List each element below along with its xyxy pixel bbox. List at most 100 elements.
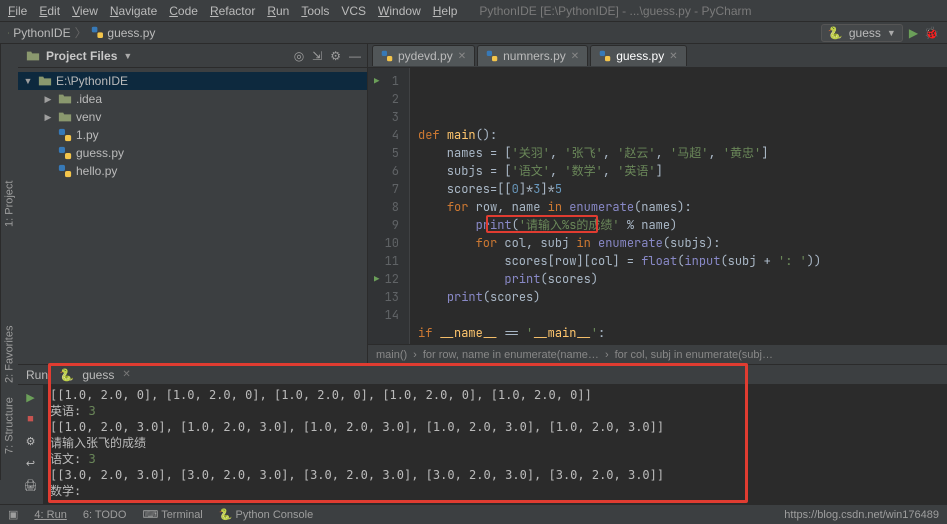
- chevron-down-icon: ▼: [887, 28, 896, 38]
- tree-root[interactable]: ▼ E:\PythonIDE: [18, 72, 367, 90]
- menu-window[interactable]: Window: [378, 4, 421, 18]
- editor-area: pydevd.py ✕ numners.py ✕ guess.py ✕ ▶123…: [368, 44, 947, 364]
- window-title: PythonIDE [E:\PythonIDE] - ...\guess.py …: [479, 4, 751, 18]
- python-file-icon: [486, 50, 498, 62]
- python-file-icon: [91, 26, 104, 39]
- breadcrumb-project[interactable]: PythonIDE: [13, 26, 70, 40]
- run-config-name: guess: [849, 26, 881, 40]
- run-config-icon: 🐍: [59, 368, 74, 382]
- folder-icon: [38, 74, 52, 88]
- menu-bar: File Edit View Navigate Code Refactor Ru…: [0, 0, 947, 22]
- run-button-icon[interactable]: ▶: [909, 26, 918, 40]
- menu-help[interactable]: Help: [433, 4, 458, 18]
- python-icon: 🐍: [219, 509, 233, 521]
- rerun-icon[interactable]: ▶: [23, 389, 39, 405]
- tree-folder[interactable]: ▶ .idea: [18, 90, 367, 108]
- close-icon[interactable]: ✕: [669, 51, 677, 62]
- editor-tab-label: numners.py: [503, 49, 566, 63]
- hide-panel-icon[interactable]: —: [349, 49, 361, 63]
- bottom-tool-strip: ▣ 4: Run 6: TODO ⌨ Terminal 🐍 Python Con…: [0, 504, 947, 524]
- soft-wrap-icon[interactable]: ↩: [23, 455, 39, 471]
- bottom-tab-todo[interactable]: 6: TODO: [83, 509, 127, 521]
- main-area: 1: Project Project Files ▼ ◎ ⇲ ⚙ — ▼ E:\…: [0, 44, 947, 364]
- close-icon[interactable]: ✕: [458, 51, 466, 62]
- menu-file[interactable]: File: [8, 4, 27, 18]
- tree-root-label: E:\PythonIDE: [56, 74, 128, 88]
- print-icon[interactable]: 🖨: [23, 477, 39, 493]
- tree-folder[interactable]: ▶ venv: [18, 108, 367, 126]
- editor-tab-label: pydevd.py: [398, 49, 453, 63]
- menu-edit[interactable]: Edit: [39, 4, 60, 18]
- python-file-icon: [599, 50, 611, 62]
- code-breadcrumb: main()› for row, name in enumerate(name……: [368, 344, 947, 364]
- breadcrumb-sep: 〉: [75, 24, 87, 41]
- chevron-right-icon[interactable]: ▶: [42, 112, 54, 123]
- run-body: ▶ ■ ⚙ ↩ 🖨 [[1.0, 2.0, 0], [1.0, 2.0, 0],…: [18, 385, 947, 504]
- tree-file-label: hello.py: [76, 164, 117, 178]
- run-tab-name[interactable]: guess: [82, 368, 114, 382]
- debug-button-icon[interactable]: 🐞: [924, 26, 939, 40]
- editor-tab[interactable]: pydevd.py ✕: [372, 45, 475, 66]
- code-content[interactable]: def main(): names = ['关羽', '张飞', '赵云', '…: [410, 68, 947, 344]
- folder-icon: [26, 49, 40, 63]
- run-tabbar: Run: 🐍 guess ✕: [18, 365, 947, 385]
- side-label-left-lower[interactable]: 7: Structure 2: Favorites: [0, 300, 18, 480]
- code-crumb-item[interactable]: main(): [376, 349, 407, 361]
- menu-vcs[interactable]: VCS: [341, 4, 366, 18]
- editor-tabs: pydevd.py ✕ numners.py ✕ guess.py ✕: [368, 44, 947, 68]
- project-panel-title: Project Files: [46, 49, 117, 63]
- chevron-down-icon[interactable]: ▼: [22, 76, 34, 86]
- bottom-tab-terminal[interactable]: ⌨ Terminal: [142, 508, 202, 521]
- gear-icon[interactable]: ⚙: [330, 49, 341, 63]
- menu-view[interactable]: View: [72, 4, 98, 18]
- python-file-icon: [58, 146, 72, 160]
- console-output[interactable]: [[1.0, 2.0, 0], [1.0, 2.0, 0], [1.0, 2.0…: [44, 385, 947, 504]
- breadcrumb-file[interactable]: guess.py: [107, 26, 155, 40]
- folder-icon: [8, 26, 9, 40]
- menu-run[interactable]: Run: [267, 4, 289, 18]
- sidelabel-favorites[interactable]: 2: Favorites: [4, 326, 16, 383]
- python-file-icon: [58, 128, 72, 142]
- editor-tab-active[interactable]: guess.py ✕: [590, 45, 686, 66]
- close-icon[interactable]: ✕: [122, 369, 130, 380]
- project-tree: ▼ E:\PythonIDE ▶ .idea ▶ venv 1.py: [18, 68, 367, 184]
- menu-code[interactable]: Code: [169, 4, 198, 18]
- tree-folder-label: .idea: [76, 92, 102, 106]
- code-crumb-item[interactable]: for row, name in enumerate(name…: [423, 349, 599, 361]
- code-editor[interactable]: ▶12345 67891011 ▶121314 def main(): name…: [368, 68, 947, 344]
- chevron-down-icon[interactable]: ▼: [123, 51, 132, 61]
- code-crumb-item[interactable]: for col, subj in enumerate(subj…: [615, 349, 773, 361]
- menu-refactor[interactable]: Refactor: [210, 4, 255, 18]
- menu-tools[interactable]: Tools: [301, 4, 329, 18]
- watermark-text: https://blog.csdn.net/win176489: [784, 509, 939, 521]
- settings-icon[interactable]: ⚙: [23, 433, 39, 449]
- tree-file-label: 1.py: [76, 128, 99, 142]
- bottom-tab-pyconsole[interactable]: 🐍 Python Console: [219, 508, 313, 521]
- editor-tab-label: guess.py: [616, 49, 664, 63]
- sidelabel-structure[interactable]: 7: Structure: [4, 397, 16, 454]
- breadcrumb: PythonIDE 〉 guess.py: [8, 24, 155, 41]
- close-icon[interactable]: ✕: [571, 51, 579, 62]
- stop-icon[interactable]: ■: [23, 411, 39, 427]
- nav-bar: PythonIDE 〉 guess.py 🐍 guess ▼ ▶ 🐞: [0, 22, 947, 44]
- tree-folder-label: venv: [76, 110, 101, 124]
- menu-navigate[interactable]: Navigate: [110, 4, 157, 18]
- tree-file[interactable]: guess.py: [18, 144, 367, 162]
- sidelabel-project[interactable]: 1: Project: [4, 181, 16, 227]
- editor-tab[interactable]: numners.py ✕: [477, 45, 588, 66]
- run-label: Run:: [26, 368, 51, 382]
- collapse-icon[interactable]: ⇲: [312, 49, 322, 63]
- project-panel: Project Files ▼ ◎ ⇲ ⚙ — ▼ E:\PythonIDE ▶…: [18, 44, 368, 364]
- terminal-icon: ⌨: [142, 509, 158, 521]
- tree-file[interactable]: 1.py: [18, 126, 367, 144]
- run-config-combo[interactable]: 🐍 guess ▼: [821, 24, 903, 42]
- folder-icon: [58, 110, 72, 124]
- tree-file[interactable]: hello.py: [18, 162, 367, 180]
- target-icon[interactable]: ◎: [294, 49, 304, 63]
- tree-file-label: guess.py: [76, 146, 124, 160]
- toolstrip-toggle-icon[interactable]: ▣: [8, 508, 18, 521]
- python-file-icon: [381, 50, 393, 62]
- run-tool-window: Run: 🐍 guess ✕ ▶ ■ ⚙ ↩ 🖨 [[1.0, 2.0, 0],…: [18, 364, 947, 504]
- chevron-right-icon[interactable]: ▶: [42, 94, 54, 105]
- bottom-tab-run[interactable]: 4: Run: [34, 509, 66, 521]
